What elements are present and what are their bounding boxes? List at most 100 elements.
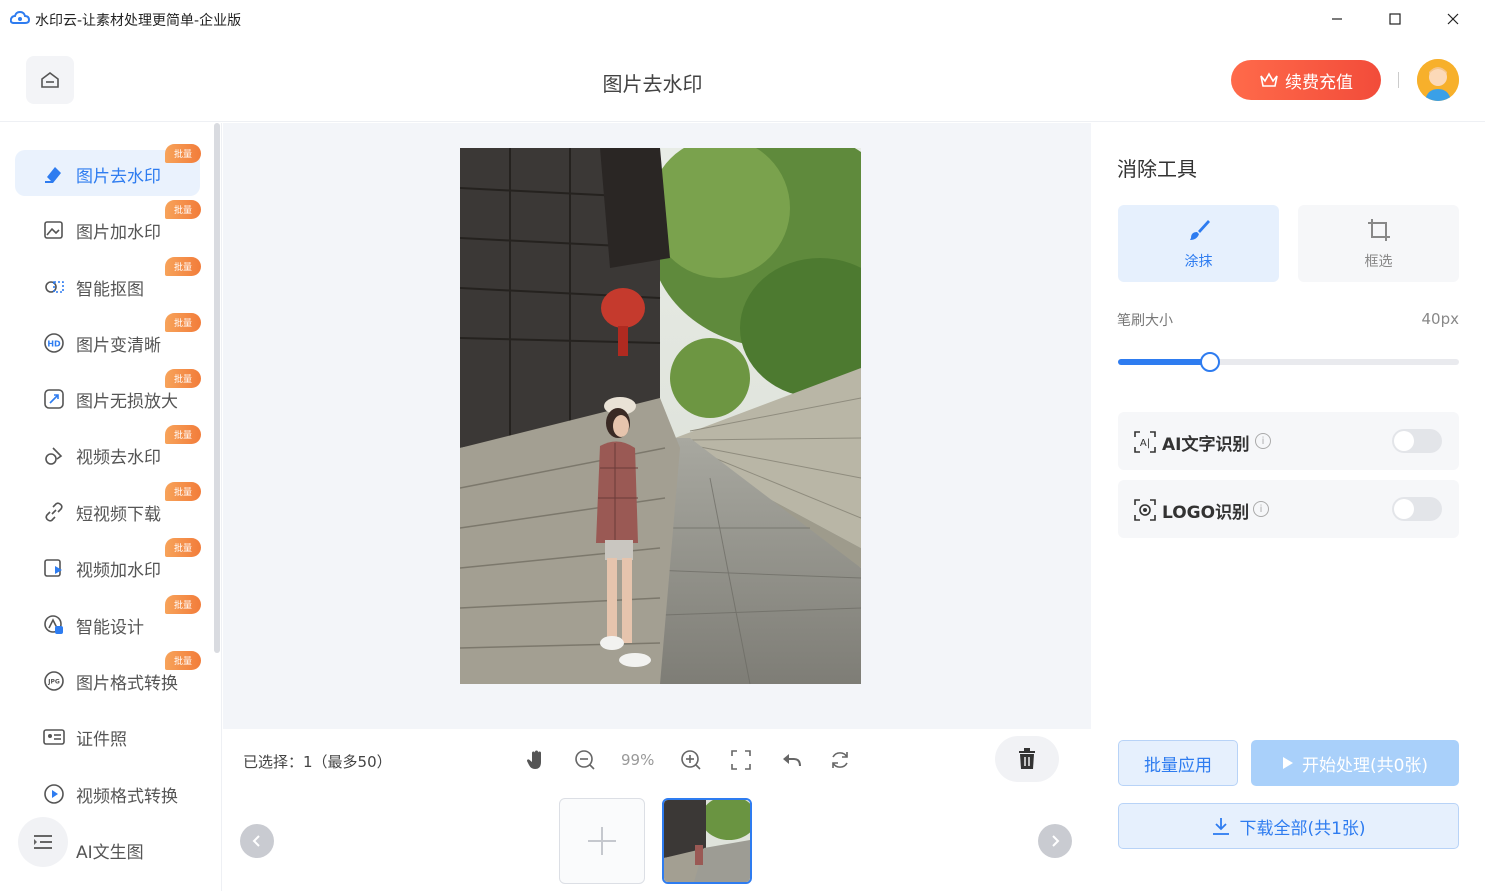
canvas-toolbar: 已选择：1（最多50） 99% xyxy=(223,729,1091,791)
ai-text-detect-label: AI文字识别 xyxy=(1162,435,1250,455)
avatar[interactable] xyxy=(1417,59,1459,101)
download-all-label: 下载全部(共1张) xyxy=(1239,818,1366,839)
delete-button[interactable] xyxy=(995,736,1059,782)
app-logo-icon xyxy=(10,10,30,24)
image-thumbnail[interactable] xyxy=(662,798,752,884)
add-image-button[interactable] xyxy=(559,798,645,884)
sidebar-item-video-download[interactable]: 短视频下载 批量 xyxy=(15,482,201,534)
photo-alley-scene xyxy=(460,148,861,684)
tool-brush-button[interactable]: 涂抹 xyxy=(1118,205,1279,282)
menu-collapse-icon xyxy=(34,835,52,849)
window-title: 水印云-让素材处理更简单-企业版 xyxy=(35,13,242,29)
logo-detect-icon xyxy=(1134,499,1156,521)
zoom-in-icon[interactable] xyxy=(678,747,704,773)
sidebar-item-remove-watermark[interactable]: 图片去水印 批量 xyxy=(15,144,201,196)
sidebar: 图片去水印 批量 图片加水印 批量 智能抠图 批量 HD 图片变清晰 批量 图片… xyxy=(0,123,222,891)
svg-text:A|: A| xyxy=(1140,438,1150,449)
sidebar-item-video-add-watermark[interactable]: 视频加水印 批量 xyxy=(15,538,201,590)
eraser-icon xyxy=(45,167,61,183)
window-titlebar: 水印云-让素材处理更简单-企业版 xyxy=(0,0,1485,38)
hand-icon[interactable] xyxy=(523,747,549,773)
sidebar-scrollbar[interactable] xyxy=(214,123,220,653)
sidebar-item-add-watermark[interactable]: 图片加水印 批量 xyxy=(15,200,201,252)
play-icon xyxy=(1282,757,1293,769)
start-process-button[interactable]: 开始处理(共0张) xyxy=(1251,740,1459,786)
plus-icon xyxy=(588,827,616,855)
sidebar-item-video-format-convert[interactable]: 视频格式转换 xyxy=(15,770,200,816)
download-all-button[interactable]: 下载全部(共1张) xyxy=(1118,803,1459,849)
svg-text:HD: HD xyxy=(47,340,61,349)
start-process-label: 开始处理(共0张) xyxy=(1301,755,1429,776)
renew-vip-label: 续费充值 xyxy=(1285,72,1353,93)
editor-canvas[interactable] xyxy=(223,123,1091,729)
batch-apply-button[interactable]: 批量应用 xyxy=(1118,740,1238,786)
crop-icon xyxy=(1368,219,1390,241)
undo-icon[interactable] xyxy=(778,747,804,773)
chevron-left-icon xyxy=(252,835,260,847)
tool-box-select-button[interactable]: 框选 xyxy=(1298,205,1459,282)
cutout-icon xyxy=(45,281,64,293)
batch-badge: 批量 xyxy=(165,313,201,332)
tool-panel-title: 消除工具 xyxy=(1117,157,1197,181)
slider-handle[interactable] xyxy=(1200,352,1221,372)
tool-panel: 消除工具 涂抹 框选 笔刷大小 40px A| AI文字识别 i LOGO识别 … xyxy=(1092,123,1485,891)
zoom-out-icon[interactable] xyxy=(572,747,598,773)
svg-text:JPG: JPG xyxy=(47,679,60,686)
video-eraser-icon xyxy=(45,447,63,465)
batch-badge: 批量 xyxy=(165,651,201,670)
sidebar-item-enhance[interactable]: HD 图片变清晰 批量 xyxy=(15,313,201,365)
download-icon xyxy=(1213,818,1230,835)
chevron-right-icon xyxy=(1052,835,1060,847)
id-card-icon xyxy=(43,729,65,745)
crown-icon xyxy=(1260,72,1278,87)
ai-text-detect-row: A| AI文字识别 i xyxy=(1118,412,1459,470)
maximize-icon[interactable] xyxy=(1372,4,1418,34)
renew-vip-button[interactable]: 续费充值 xyxy=(1231,60,1381,100)
sidebar-item-smart-design[interactable]: 智能设计 批量 xyxy=(15,595,201,647)
batch-badge: 批量 xyxy=(165,538,201,557)
link-icon xyxy=(45,502,63,522)
close-icon[interactable] xyxy=(1430,4,1476,34)
reset-icon[interactable] xyxy=(827,747,853,773)
batch-badge: 批量 xyxy=(165,257,201,276)
batch-badge: 批量 xyxy=(165,144,201,163)
batch-badge: 批量 xyxy=(165,200,201,219)
batch-badge: 批量 xyxy=(165,425,201,444)
brush-size-label: 笔刷大小 xyxy=(1117,313,1173,329)
minimize-icon[interactable] xyxy=(1314,4,1360,34)
batch-badge: 批量 xyxy=(165,482,201,501)
zoom-level: 99% xyxy=(621,751,655,769)
slider-fill xyxy=(1118,359,1211,365)
prev-arrow-button[interactable] xyxy=(240,824,274,858)
logo-detect-toggle[interactable] xyxy=(1392,497,1442,521)
editing-image[interactable] xyxy=(460,148,861,684)
enlarge-icon xyxy=(44,389,64,409)
jpg-icon: JPG xyxy=(44,671,64,691)
sidebar-item-video-remove-watermark[interactable]: 视频去水印 批量 xyxy=(15,425,201,477)
batch-badge: 批量 xyxy=(165,369,201,388)
trash-icon xyxy=(1019,748,1035,769)
fit-screen-icon[interactable] xyxy=(728,747,754,773)
hd-icon: HD xyxy=(44,333,64,353)
brush-size-slider[interactable] xyxy=(1118,352,1459,372)
sidebar-collapse-button[interactable] xyxy=(18,817,68,867)
batch-badge: 批量 xyxy=(165,595,201,614)
ai-text-detect-toggle[interactable] xyxy=(1392,429,1442,453)
header-divider xyxy=(1398,72,1399,88)
sidebar-item-id-photo[interactable]: 证件照 xyxy=(15,713,200,759)
thumbnail-image xyxy=(664,800,750,882)
ai-text-icon: A| xyxy=(1134,431,1156,453)
info-icon[interactable]: i xyxy=(1253,501,1269,517)
sidebar-item-format-convert[interactable]: JPG 图片格式转换 批量 xyxy=(15,651,201,703)
logo-detect-label: LOGO识别 xyxy=(1162,503,1250,523)
play-circle-icon xyxy=(44,784,64,804)
sidebar-item-upscale[interactable]: 图片无损放大 批量 xyxy=(15,369,201,421)
brush-size-value: 40px xyxy=(1421,310,1460,328)
sidebar-item-smart-cutout[interactable]: 智能抠图 批量 xyxy=(15,257,201,309)
next-arrow-button[interactable] xyxy=(1038,824,1072,858)
info-icon[interactable]: i xyxy=(1255,433,1271,449)
thumbnail-strip xyxy=(223,791,1091,891)
image-add-icon xyxy=(44,221,63,239)
page-title: 图片去水印 xyxy=(602,72,703,96)
selection-count: 已选择：1（最多50） xyxy=(243,753,392,771)
